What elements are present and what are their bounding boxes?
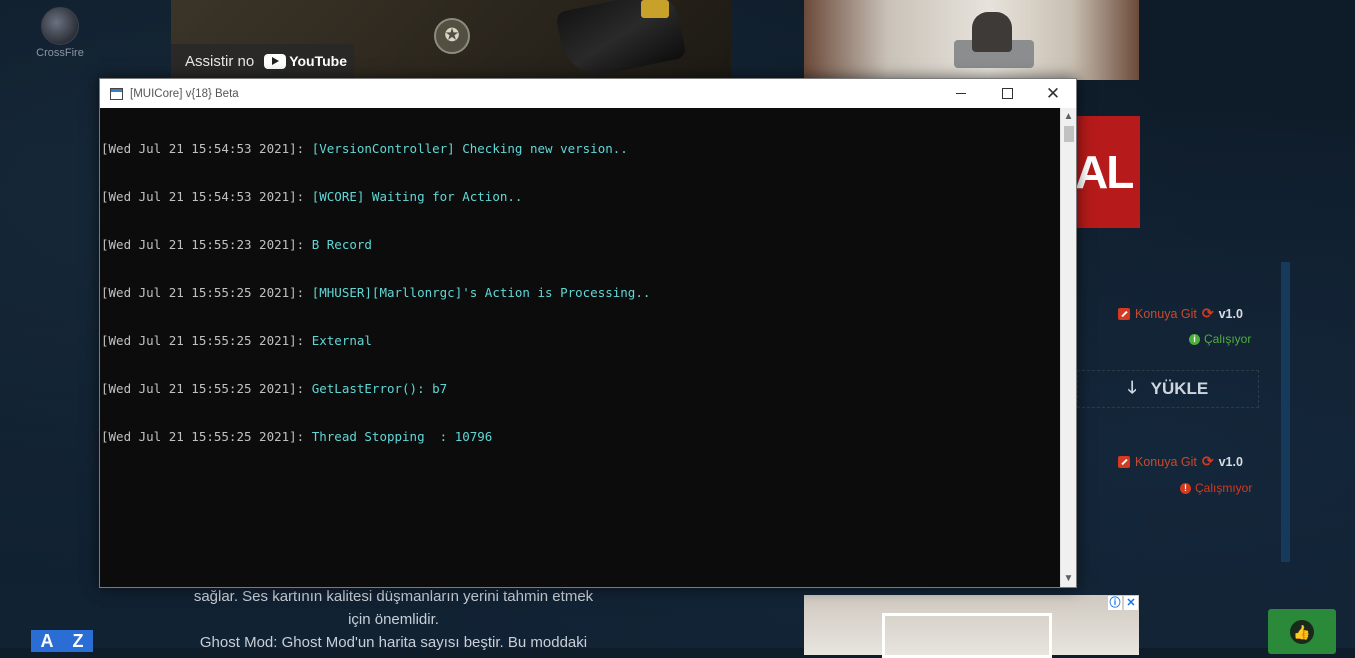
- youtube-logo: YouTube: [264, 53, 347, 69]
- download-row-1: Konuya Git ⟳ v1.0: [1118, 305, 1243, 322]
- status-not-working: ! Çalışmıyor: [1180, 481, 1252, 495]
- log-message: [WCORE] Waiting for Action..: [311, 189, 523, 204]
- ad-photo-people: [972, 12, 1012, 52]
- log-timestamp: [Wed Jul 21 15:55:25 2021]:: [101, 429, 312, 444]
- download-row-2: Konuya Git ⟳ v1.0: [1118, 453, 1243, 470]
- crossfire-avatar[interactable]: [41, 7, 79, 45]
- side-scroll-rail[interactable]: [1281, 262, 1290, 562]
- log-timestamp: [Wed Jul 21 15:55:25 2021]:: [101, 381, 312, 396]
- log-message: [VersionController] Checking new version…: [311, 141, 628, 156]
- konuya-git-link[interactable]: Konuya Git: [1135, 307, 1197, 321]
- log-timestamp: [Wed Jul 21 15:55:25 2021]:: [101, 333, 312, 348]
- log-message: Thread Stopping : 10796: [311, 429, 493, 444]
- scrollbar-thumb[interactable]: [1064, 126, 1074, 142]
- console-line: [Wed Jul 21 15:55:23 2021]: B Record: [101, 237, 1060, 253]
- adchoices-badge[interactable]: ⓘ ✕: [1108, 596, 1138, 611]
- crossfire-label[interactable]: CrossFire: [30, 47, 90, 59]
- status-label: Çalışmıyor: [1195, 481, 1253, 495]
- version-label: v1.0: [1218, 454, 1243, 469]
- info-icon: i: [1189, 333, 1200, 345]
- article-line-1: sağlar. Ses kartının kalitesi düşmanları…: [193, 588, 594, 605]
- like-button[interactable]: 👍: [1268, 609, 1336, 654]
- thumbs-up-icon: 👍: [1290, 619, 1314, 644]
- console-app-icon[interactable]: [110, 87, 123, 100]
- edit-icon: [1118, 307, 1130, 320]
- log-timestamp: [Wed Jul 21 15:54:53 2021]:: [101, 189, 312, 204]
- scroll-down-arrow-icon[interactable]: ▼: [1061, 570, 1076, 587]
- youtube-brand: YouTube: [289, 53, 347, 69]
- console-line: [Wed Jul 21 15:55:25 2021]: External: [101, 333, 1060, 349]
- az-sort-icon[interactable]: A Z: [31, 630, 93, 652]
- console-window[interactable]: [MUICore] v{18} Beta ✕ [Wed Jul 21 15:54…: [99, 78, 1077, 588]
- yukle-label: YÜKLE: [1150, 379, 1209, 398]
- log-timestamp: [Wed Jul 21 15:54:53 2021]:: [101, 141, 312, 156]
- video-thumbnail-accent: [641, 0, 669, 18]
- window-titlebar[interactable]: [MUICore] v{18} Beta ✕: [100, 79, 1076, 108]
- youtube-video-embed[interactable]: ✪ Assistir no YouTube: [171, 0, 731, 78]
- log-timestamp: [Wed Jul 21 15:55:25 2021]:: [101, 285, 312, 300]
- az-letter-z: Z: [72, 630, 84, 651]
- log-message: B Record: [311, 237, 372, 252]
- red-banner-text: AL: [1077, 146, 1134, 198]
- alert-icon: !: [1180, 482, 1191, 494]
- article-line-2: için önemlidir.: [348, 611, 439, 628]
- minimize-icon: [956, 93, 966, 94]
- arrow-down-icon: 🡓: [1127, 377, 1137, 397]
- window-title: [MUICore] v{18} Beta: [130, 87, 239, 100]
- edit-icon: [1118, 455, 1130, 468]
- console-line: [Wed Jul 21 15:55:25 2021]: Thread Stopp…: [101, 429, 1060, 445]
- red-banner[interactable]: AL: [1077, 116, 1140, 228]
- console-line: [Wed Jul 21 15:54:53 2021]: [WCORE] Wait…: [101, 189, 1060, 205]
- ad-photo-frame: [882, 613, 1052, 658]
- console-line: [Wed Jul 21 15:54:53 2021]: [VersionCont…: [101, 141, 1060, 157]
- status-label: Çalışıyor: [1204, 332, 1252, 346]
- youtube-play-icon: [264, 53, 287, 69]
- scroll-up-arrow-icon[interactable]: ▲: [1061, 108, 1076, 125]
- adchoices-info-icon[interactable]: ⓘ: [1108, 596, 1122, 610]
- status-working: i Çalışıyor: [1189, 332, 1251, 346]
- close-button[interactable]: ✕: [1030, 79, 1076, 108]
- refresh-icon[interactable]: ⟳: [1202, 453, 1214, 470]
- maximize-button[interactable]: [984, 79, 1030, 108]
- log-message: GetLastError(): b7: [311, 381, 448, 396]
- watch-on-youtube-bar[interactable]: Assistir no YouTube: [171, 44, 354, 78]
- az-letter-a: A: [40, 630, 54, 651]
- log-message: [MHUSER][Marllonrgc]'s Action is Process…: [311, 285, 651, 300]
- console-scrollbar[interactable]: ▲ ▼: [1060, 108, 1076, 587]
- refresh-icon[interactable]: ⟳: [1202, 305, 1214, 322]
- adchoices-close-icon[interactable]: ✕: [1124, 596, 1138, 610]
- ad-photo-bottom[interactable]: [804, 595, 1139, 658]
- window-controls: ✕: [938, 79, 1076, 108]
- version-label: v1.0: [1218, 306, 1243, 321]
- log-timestamp: [Wed Jul 21 15:55:23 2021]:: [101, 237, 312, 252]
- article-line-3: Ghost Mod: Ghost Mod'un harita sayısı be…: [199, 634, 588, 651]
- close-icon: ✕: [1045, 84, 1061, 103]
- console-output[interactable]: [Wed Jul 21 15:54:53 2021]: [VersionCont…: [100, 108, 1060, 587]
- video-badge-icon: ✪: [434, 18, 470, 54]
- maximize-icon: [1001, 88, 1013, 99]
- console-line: [Wed Jul 21 15:55:25 2021]: GetLastError…: [101, 381, 1060, 397]
- yukle-button[interactable]: 🡓 YÜKLE: [1077, 370, 1259, 408]
- minimize-button[interactable]: [938, 79, 984, 108]
- watch-on-label: Assistir no: [185, 52, 255, 70]
- article-text: sağlar. Ses kartının kalitesi düşmanları…: [171, 585, 616, 654]
- console-line: [Wed Jul 21 15:55:25 2021]: [MHUSER][Mar…: [101, 285, 1060, 301]
- ad-photo-top[interactable]: [804, 0, 1139, 80]
- log-message: External: [311, 333, 372, 348]
- konuya-git-link[interactable]: Konuya Git: [1135, 455, 1197, 469]
